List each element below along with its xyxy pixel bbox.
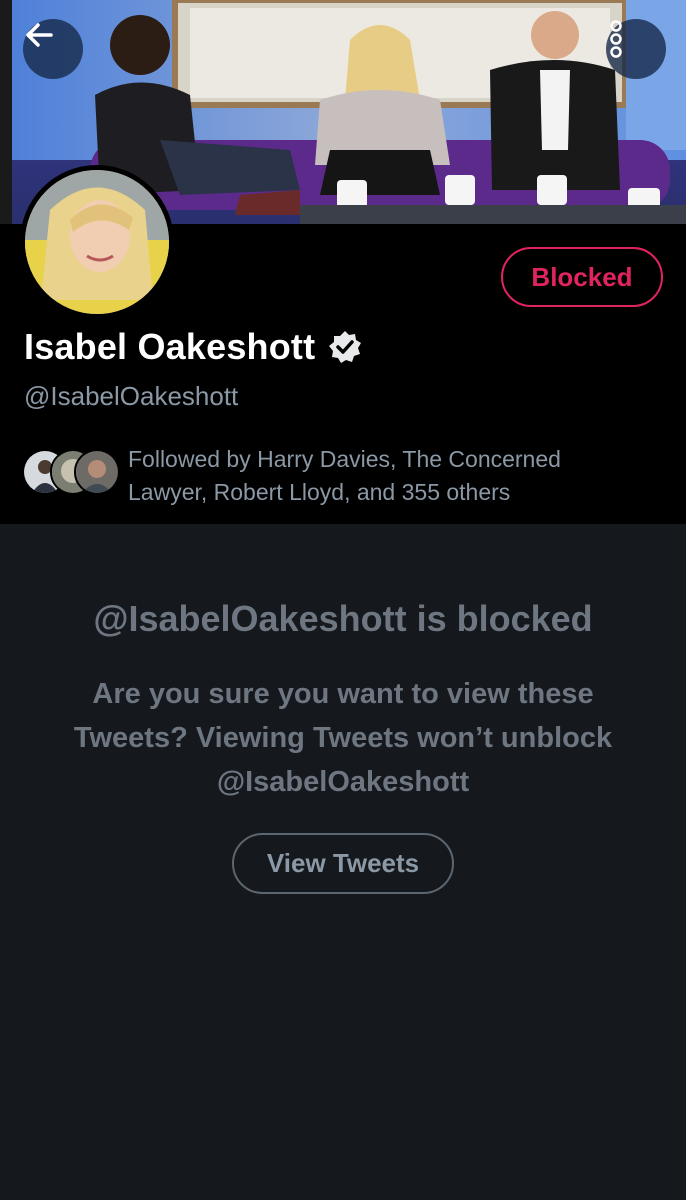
arrow-left-icon (26, 23, 53, 47)
follower-avatar (74, 449, 120, 495)
more-options-button[interactable] (606, 19, 666, 79)
profile-avatar[interactable] (20, 165, 174, 319)
blocked-button[interactable]: Blocked (501, 247, 663, 307)
blocked-notice-title: @IsabelOakeshott is blocked (93, 598, 593, 639)
blocked-notice-body: Are you sure you want to view these Twee… (73, 678, 613, 798)
back-button[interactable] (23, 19, 83, 79)
followers-you-know-avatars[interactable] (22, 447, 122, 499)
avatar-photo (25, 170, 169, 314)
display-name: Isabel Oakeshott (24, 326, 363, 368)
more-vertical-icon (610, 20, 622, 58)
profile-handle: @IsabelOakeshott (24, 381, 239, 411)
followed-by-text[interactable]: Followed by Harry Davies, The Concerned … (128, 443, 628, 509)
view-tweets-button[interactable]: View Tweets (232, 833, 454, 894)
display-name-text: Isabel Oakeshott (24, 326, 316, 367)
verified-badge-icon (329, 331, 362, 363)
